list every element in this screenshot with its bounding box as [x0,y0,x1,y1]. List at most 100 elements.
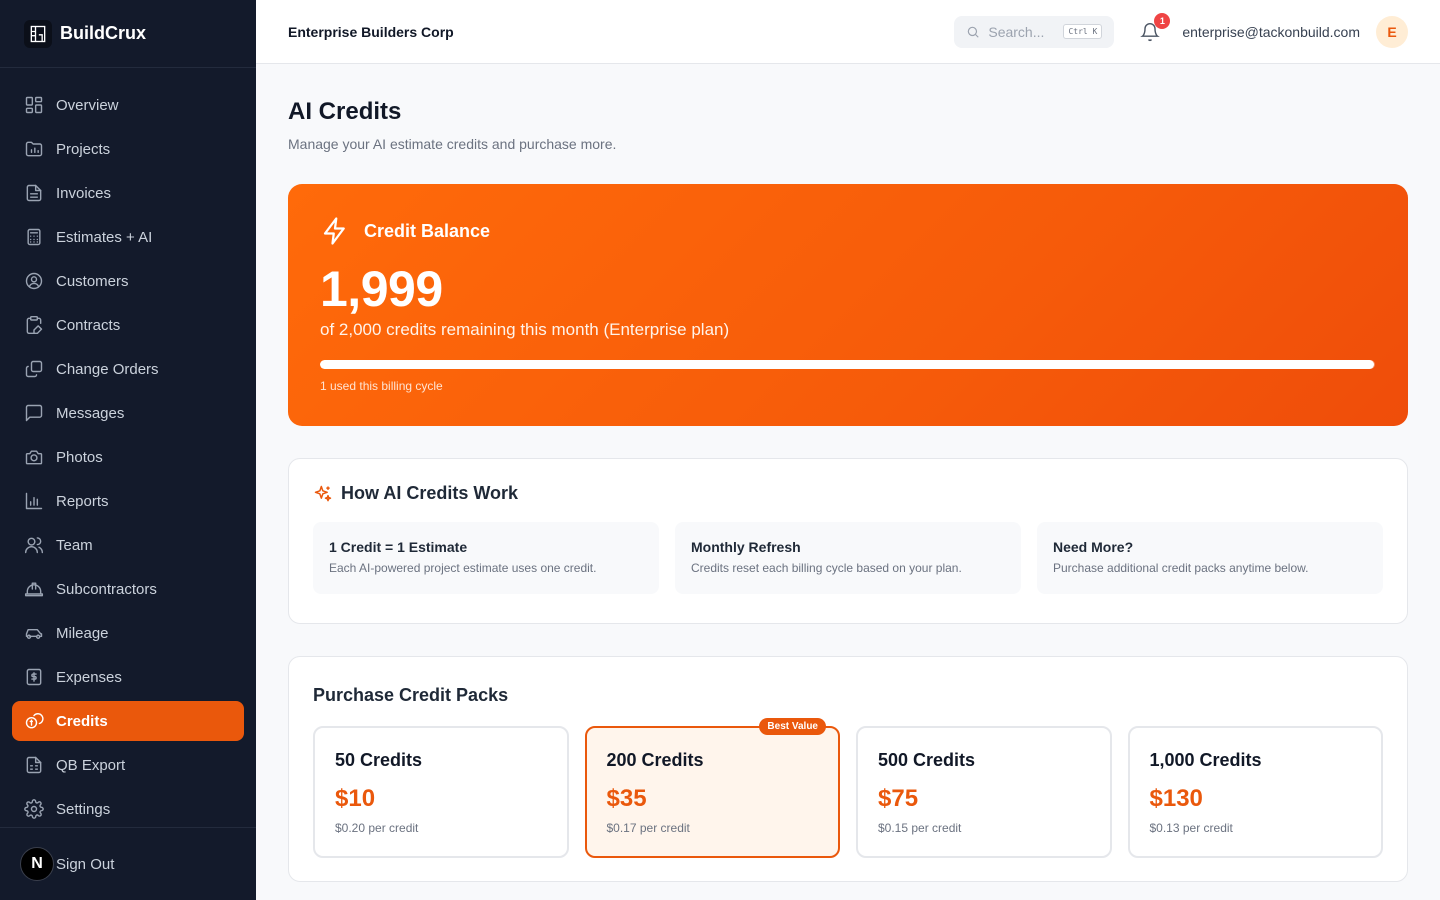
purchase-packs-card: Purchase Credit Packs 50 Credits $10 $0.… [288,656,1408,882]
pack-name: 1,000 Credits [1149,750,1262,770]
sidebar: BuildCrux Overview Projects Invoices Est… [0,0,256,900]
sidebar-item-label: Settings [56,800,111,818]
how-item-desc: Each AI-powered project estimate uses on… [329,561,597,575]
credit-progress-bar [320,360,1375,369]
sparkles-icon [314,485,332,501]
sidebar-item-label: Invoices [56,184,112,202]
search-shortcut: Ctrl K [1063,24,1103,39]
sidebar-item-label: Overview [56,96,119,114]
sidebar-item-contracts[interactable]: Contracts [12,305,244,345]
user-circle-icon [24,271,44,291]
sidebar-item-estimates[interactable]: Estimates + AI [12,217,244,257]
pack-per-credit: $0.20 per credit [335,821,419,835]
folder-chart-icon [24,139,44,159]
sidebar-item-overview[interactable]: Overview [12,85,244,125]
sidebar-item-qb-export[interactable]: QB Export [12,745,244,785]
notification-badge: 1 [1154,12,1171,29]
sidebar-item-expenses[interactable]: Expenses [12,657,244,697]
sidebar-item-invoices[interactable]: Invoices [12,173,244,213]
pack-price: $130 [1149,785,1203,812]
search-icon [968,26,980,38]
sidebar-footer: N Sign Out [0,827,256,900]
how-item-title: 1 Credit = 1 Estimate [329,539,468,555]
document-icon [24,183,44,203]
credit-balance-card: Credit Balance 1,999 of 2,000 credits re… [288,184,1408,426]
sidebar-item-reports[interactable]: Reports [12,481,244,521]
sidebar-item-subcontractors[interactable]: Subcontractors [12,569,244,609]
company-name: Enterprise Builders Corp [288,23,454,40]
camera-icon [24,447,44,467]
sidebar-item-projects[interactable]: Projects [12,129,244,169]
hard-hat-icon [24,579,44,599]
sidebar-nav: Overview Projects Invoices Estimates + A… [0,68,256,829]
receipt-dollar-icon [24,667,44,687]
notifications-button[interactable]: 1 [1136,12,1171,46]
header-right: Search... Ctrl K 1 enterprise@tackonbuil… [954,12,1408,48]
n-badge-icon[interactable]: N [20,847,54,881]
sidebar-item-messages[interactable]: Messages [12,393,244,433]
packs-title: Purchase Credit Packs [313,685,509,705]
sidebar-item-photos[interactable]: Photos [12,437,244,477]
main-content: AI Credits Manage your AI estimate credi… [288,64,1408,882]
search-placeholder: Search... [988,23,1045,40]
sidebar-item-label: Change Orders [56,360,159,378]
avatar[interactable]: E [1376,15,1408,48]
sidebar-item-label: QB Export [56,756,126,774]
gear-icon [24,799,44,819]
credit-pack-50[interactable]: 50 Credits $10 $0.20 per credit [313,726,569,858]
pack-name: 500 Credits [878,750,976,770]
sidebar-item-change-orders[interactable]: Change Orders [12,349,244,389]
sidebar-item-label: Photos [56,448,103,466]
calculator-icon [24,227,44,247]
coins-icon [24,711,44,731]
search-input[interactable]: Search... Ctrl K [954,15,1115,48]
sidebar-item-label: Estimates + AI [56,228,153,246]
balance-title: Credit Balance [364,220,491,241]
credit-pack-500[interactable]: 500 Credits $75 $0.15 per credit [856,726,1112,858]
user-email[interactable]: enterprise@tackonbuild.com [1182,24,1360,40]
pack-price: $35 [606,785,647,812]
sign-out-button[interactable]: Sign Out [56,856,114,873]
how-item: 1 Credit = 1 Estimate Each AI-powered pr… [313,522,659,594]
sidebar-item-label: Subcontractors [56,580,157,598]
building-logo-icon [24,19,52,48]
page-title: AI Credits [288,98,402,125]
sidebar-item-team[interactable]: Team [12,525,244,565]
sidebar-item-mileage[interactable]: Mileage [12,613,244,653]
sidebar-item-credits[interactable]: Credits [12,701,244,741]
credit-pack-1000[interactable]: 1,000 Credits $130 $0.13 per credit [1127,726,1383,858]
how-grid: 1 Credit = 1 Estimate Each AI-powered pr… [313,522,1383,594]
how-item-desc: Credits reset each billing cycle based o… [691,561,962,575]
pack-price: $75 [878,785,919,812]
how-item: Monthly Refresh Credits reset each billi… [675,522,1021,594]
users-icon [24,535,44,555]
how-item-desc: Purchase additional credit packs anytime… [1053,561,1309,575]
sidebar-item-settings[interactable]: Settings [12,789,244,829]
balance-header: Credit Balance [320,216,1376,246]
pack-price: $10 [335,785,376,812]
sidebar-item-customers[interactable]: Customers [12,261,244,301]
credit-progress-fill [320,360,1375,369]
pack-name: 200 Credits [606,750,704,770]
page-subtitle: Manage your AI estimate credits and purc… [288,136,617,152]
pack-per-credit: $0.17 per credit [606,821,690,835]
message-square-icon [24,403,44,423]
sidebar-item-label: Messages [56,404,125,422]
sidebar-item-label: Mileage [56,624,109,642]
lightning-icon [323,217,345,245]
brand-name: BuildCrux [60,23,147,43]
how-item-title: Need More? [1053,539,1134,555]
sidebar-item-label: Customers [56,272,129,290]
pack-per-credit: $0.15 per credit [878,821,962,835]
credit-pack-200[interactable]: Best Value 200 Credits $35 $0.17 per cre… [584,718,840,858]
sidebar-item-label: Projects [56,140,111,158]
spreadsheet-icon [24,755,44,775]
brand[interactable]: BuildCrux [0,0,256,68]
how-item: Need More? Purchase additional credit pa… [1037,522,1383,594]
pack-name: 50 Credits [335,750,423,770]
how-header: How AI Credits Work [313,483,1383,504]
pack-grid: 50 Credits $10 $0.20 per credit Best Val… [313,718,1383,858]
sidebar-item-label: Credits [56,712,108,730]
balance-used-text: 1 used this billing cycle [320,379,443,393]
balance-amount: 1,999 [320,261,443,317]
